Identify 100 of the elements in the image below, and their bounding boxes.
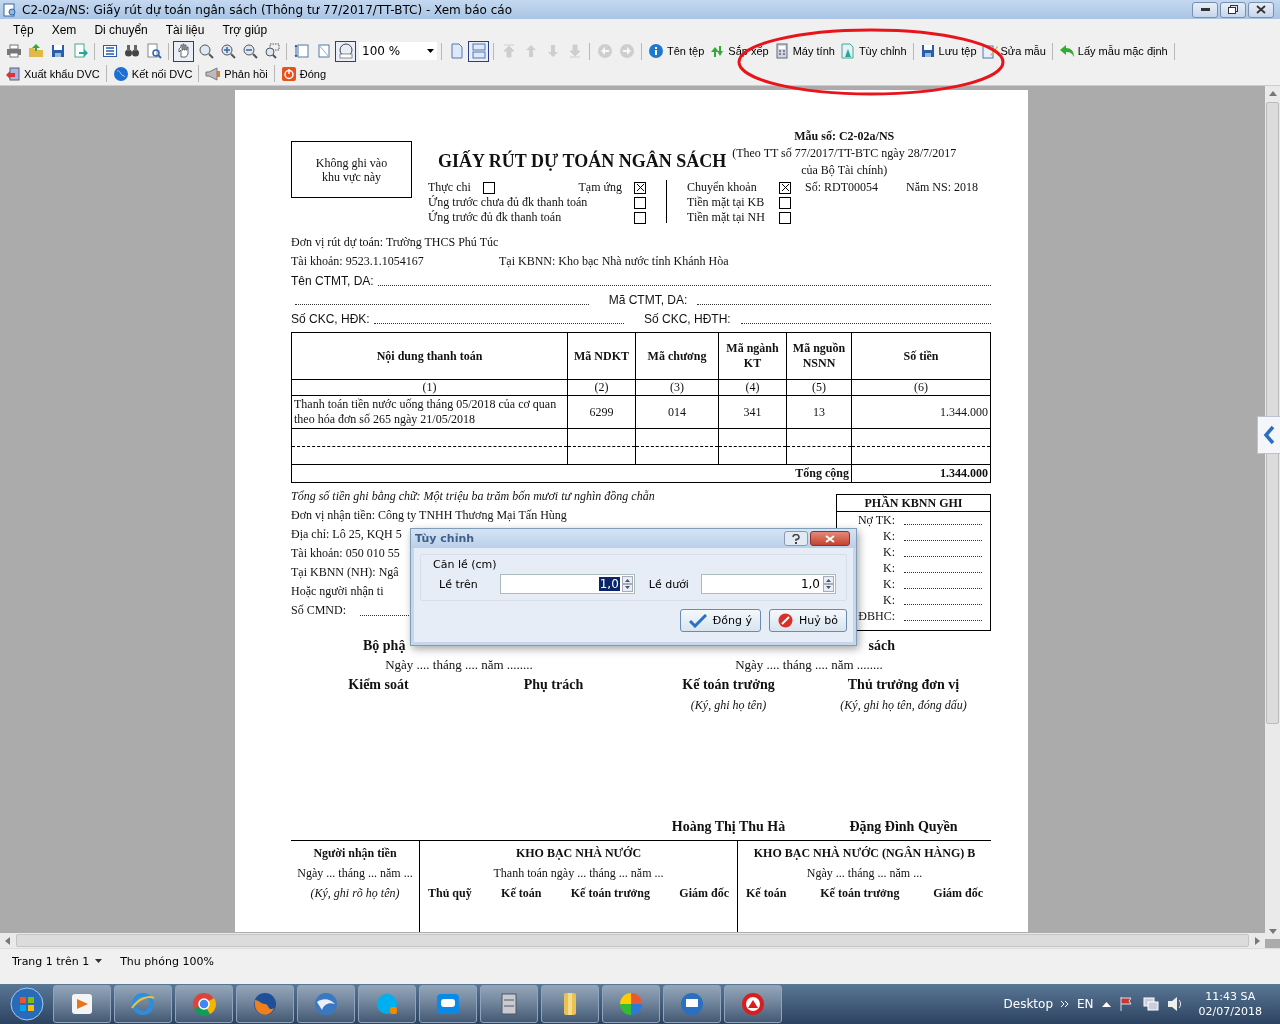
- ok-button[interactable]: Đồng ý: [679, 609, 762, 632]
- zoom-combo[interactable]: 100 %: [359, 42, 437, 60]
- forward-icon: [618, 43, 635, 59]
- number-spinner[interactable]: 1,0: [499, 574, 635, 594]
- number-spinner[interactable]: 1,0: [701, 574, 836, 594]
- section-title: KHO BẠC NHÀ NƯỚC (NGÂN HÀNG) B: [753, 845, 976, 862]
- menu-item[interactable]: Xem: [42, 22, 86, 37]
- wheel-icon: [190, 990, 218, 1018]
- signature-date: Ngày ... tháng ... năm ...: [297, 865, 413, 882]
- dialog-title: Tùy chỉnh: [415, 532, 475, 545]
- toolbar-button[interactable]: Lưu tệp: [917, 41, 979, 61]
- signature-role: Kế toán trưởng: [570, 885, 650, 902]
- checkbox[interactable]: [634, 181, 646, 194]
- vertical-scrollbar[interactable]: [1265, 86, 1280, 939]
- restore-button[interactable]: [1220, 1, 1246, 18]
- field-label: K:: [882, 576, 895, 592]
- toolbar-button[interactable]: Xuất khẩu DVC: [3, 63, 102, 84]
- field-text: Tài khoản: 9523.1.1054167: [291, 254, 425, 269]
- horizontal-scrollbar[interactable]: [0, 933, 1265, 948]
- language-indicator[interactable]: EN: [1077, 997, 1094, 1011]
- column-header: Mã nguồn NSNN: [786, 332, 852, 380]
- taskbar-button[interactable]: [724, 985, 782, 1023]
- page-indicator[interactable]: Trang 1 trên 1: [12, 954, 103, 968]
- close-button[interactable]: [810, 531, 850, 546]
- chevron-icon[interactable]: [1061, 1000, 1070, 1008]
- minimize-button[interactable]: [1192, 1, 1218, 18]
- network-icon[interactable]: [1142, 996, 1159, 1012]
- taskbar-button[interactable]: [53, 985, 111, 1023]
- monitor-icon: [678, 990, 706, 1018]
- toolbar-button[interactable]: [335, 40, 356, 62]
- zoom-in-icon: [219, 43, 236, 59]
- toolbar-button[interactable]: [468, 40, 489, 62]
- save-icon: [49, 43, 66, 59]
- toolbar-button[interactable]: Phản hồi: [203, 63, 270, 84]
- toolbar-button[interactable]: [173, 40, 194, 62]
- checkbox-label: Chuyển khoản: [687, 180, 757, 195]
- checkbox[interactable]: [634, 211, 646, 224]
- arrow-up-icon[interactable]: [1268, 90, 1277, 98]
- menu-item[interactable]: Tài liệu: [156, 22, 214, 37]
- checkbox[interactable]: [482, 181, 495, 194]
- signature-role: Kế toán trưởng: [681, 676, 776, 694]
- toolbar-button[interactable]: Tùy chỉnh: [837, 41, 909, 61]
- field-label: ĐBHC:: [857, 608, 895, 624]
- toolbar-label[interactable]: Desktop: [1003, 997, 1054, 1011]
- signature-role: Thủ quỹ: [428, 885, 472, 902]
- toolbar-button[interactable]: Kết nối DVC: [110, 63, 195, 84]
- globe-icon: [251, 990, 279, 1018]
- taskbar-button[interactable]: [480, 985, 538, 1023]
- signature-date: Ngày ... tháng ... năm ...: [806, 865, 923, 882]
- menu-item[interactable]: Di chuyển: [85, 22, 157, 37]
- flag-icon[interactable]: [1118, 996, 1135, 1012]
- toolbar-button[interactable]: Đóng: [278, 63, 329, 84]
- arrow-down-icon[interactable]: [1268, 927, 1277, 935]
- checkbox[interactable]: [634, 196, 646, 209]
- taskbar-button[interactable]: [541, 985, 599, 1023]
- toolbar-button[interactable]: Máy tính: [771, 41, 837, 61]
- help-button[interactable]: [784, 531, 808, 546]
- arrow-left-icon[interactable]: [4, 936, 12, 945]
- speaker-icon[interactable]: [1166, 996, 1183, 1012]
- taskbar-button[interactable]: [297, 985, 355, 1023]
- hand-icon: [175, 43, 192, 59]
- taskbar-button[interactable]: [419, 985, 477, 1023]
- column-header: Mã chương: [635, 332, 719, 380]
- cancel-button[interactable]: Huỷ bỏ: [769, 609, 847, 632]
- list-icon: [101, 43, 118, 59]
- table-cell: 341: [718, 395, 787, 429]
- column-index: (4): [718, 379, 787, 396]
- toolbar-button[interactable]: Tên tệp: [646, 41, 707, 61]
- taskbar-button[interactable]: [663, 985, 721, 1023]
- toolbar-button[interactable]: Sửa mẫu: [979, 41, 1048, 61]
- checkbox[interactable]: [779, 181, 791, 194]
- expand-panel-button[interactable]: [1257, 416, 1280, 454]
- document-title: GIẤY RÚT DỰ TOÁN NGÂN SÁCH: [438, 151, 727, 172]
- menu-item[interactable]: Trợ giúp: [213, 22, 277, 37]
- signature-role: Thủ trưởng đơn vị: [846, 676, 961, 694]
- taskbar-button[interactable]: [175, 985, 233, 1023]
- checkbox[interactable]: [779, 211, 791, 224]
- signature-role: Giám đốc: [933, 885, 983, 902]
- total-label: Tổng cộng: [291, 464, 852, 483]
- clock[interactable]: 11:43 SA 02/07/2018: [1198, 989, 1262, 1019]
- menu-item[interactable]: Tệp: [4, 22, 43, 37]
- globe-icon: [312, 990, 340, 1018]
- taskbar-button[interactable]: [358, 985, 416, 1023]
- taskbar-button[interactable]: [236, 985, 294, 1023]
- multi-page-icon: [470, 43, 487, 59]
- customize-icon: [839, 43, 856, 59]
- caret-up-icon[interactable]: [1101, 1001, 1111, 1007]
- field-text: Đơn vị rút dự toán: Trường THCS Phú Túc: [291, 235, 499, 250]
- taskbar-button[interactable]: [114, 985, 172, 1023]
- close-button[interactable]: [1248, 1, 1274, 18]
- zoom-rect-icon: [263, 43, 280, 59]
- box-title: PHẦN KBNN GHI: [837, 495, 990, 512]
- taskbar-button[interactable]: [602, 985, 660, 1023]
- save-icon: [919, 43, 936, 59]
- arrow-right-icon[interactable]: [1253, 936, 1261, 945]
- toolbar-button[interactable]: Lấy mẫu mặc định: [1056, 41, 1170, 61]
- signature-role: Phụ trách: [522, 676, 585, 694]
- checkbox[interactable]: [779, 196, 791, 209]
- export-icon: [71, 43, 88, 59]
- table-cell: 014: [635, 395, 719, 429]
